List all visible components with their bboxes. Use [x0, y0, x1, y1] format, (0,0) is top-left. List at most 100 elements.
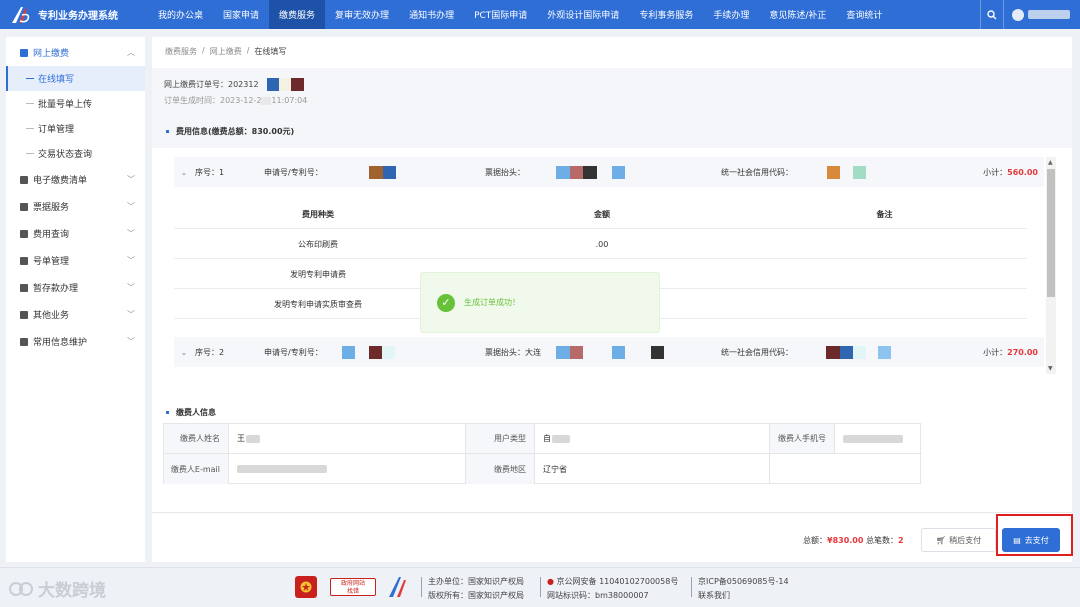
fee-table-header: 费用种类 金额 备注 [174, 200, 1027, 229]
footer-icp[interactable]: 京ICP备05069085号-14 [698, 576, 789, 587]
avatar [1012, 8, 1024, 21]
sidebar-group-label: 电子缴费清单 [33, 176, 88, 186]
nav-pct[interactable]: PCT国际申请 [464, 0, 537, 29]
folder-icon [20, 256, 28, 265]
footer-site-id: 网站标识码：bm38000007 [547, 591, 649, 600]
badge-line2: 找错 [346, 588, 359, 595]
subtotal: 小计：560.00 [983, 167, 1038, 178]
chevron-down-icon: ﹀ [127, 175, 135, 184]
subtotal-label: 小计： [983, 168, 1008, 177]
cart-icon: 🛒︎ [935, 535, 947, 545]
fee-group-header[interactable]: ⌄ 序号：1 申请号/专利号： 票据抬头： 统一社会信用代码： 小计：560.0… [174, 157, 1044, 187]
order-time-label: 订单生成时间： [164, 96, 220, 105]
fee-group-header[interactable]: ⌄ 序号：2 申请号/专利号： 票据抬头：大连 统一社会信用代码： 小计：270… [174, 337, 1044, 367]
sidebar-group-label: 其他业务 [33, 311, 70, 321]
cnipa-footer-logo-icon [386, 574, 412, 600]
app-number-label: 申请号/专利号： [264, 167, 323, 177]
user-type-label: 用户类型 [466, 424, 535, 454]
footer-host: 主办单位：国家知识产权局 [428, 577, 524, 586]
cnipa-logo-icon [10, 5, 32, 25]
gov-site-badge[interactable]: 政府网站 找错 [330, 578, 376, 596]
sidebar-group-e-fee-list[interactable]: 电子缴费清单 ﹀ [6, 166, 145, 193]
breadcrumb-item[interactable]: 网上缴费 [210, 46, 242, 57]
site-footer: 大数跨境 政府网站 找错 主办单位：国家知识产权局 版权所有：国家知识产权局 ●… [0, 567, 1080, 607]
sidebar-group-online-payment[interactable]: 网上缴费 ︿ [6, 39, 145, 66]
nav-notices[interactable]: 通知书办理 [399, 0, 464, 29]
order-time-tail: 11:07:04 [271, 96, 308, 105]
fee-type: 发明专利申请费 [290, 269, 346, 279]
fee-info-title-text: 费用信息(缴费总额：830.00元) [176, 127, 295, 136]
pay-later-button[interactable]: 🛒︎ 稍后支付 [921, 528, 996, 552]
breadcrumb-current: 在线填写 [254, 47, 287, 56]
scroll-up-icon[interactable]: ▲ [1048, 159, 1053, 166]
breadcrumb-item[interactable]: 缴费服务 [165, 46, 197, 57]
go-pay-label: 去支付 [1024, 535, 1049, 545]
nav-design-intl[interactable]: 外观设计国际申请 [537, 0, 629, 29]
column-note: 备注 [876, 209, 893, 219]
nav-national-application[interactable]: 国家申请 [213, 0, 269, 29]
nav-reexamination[interactable]: 复审无效办理 [325, 0, 399, 29]
nav-opinion[interactable]: 意见陈述/补正 [759, 0, 836, 29]
sidebar-item-order-management[interactable]: 订单管理 [6, 116, 145, 141]
sidebar-group-number-list[interactable]: 号单管理 ﹀ [6, 247, 145, 274]
fee-list[interactable]: ⌄ 序号：1 申请号/专利号： 票据抬头： 统一社会信用代码： 小计：560.0… [174, 155, 1058, 373]
total-label: 总额： [803, 536, 827, 545]
main-content: 缴费服务 / 网上缴费 / 在线填写 网上缴费订单号： 202312 订单生成时间：… [152, 37, 1073, 562]
payment-action-bar: 总额：¥830.00 总笔数：2 🛒︎ 稍后支付 ▤ 去支付 [152, 512, 1073, 562]
sidebar-group-info-maintenance[interactable]: 常用信息维护 ﹀ [6, 328, 145, 355]
sidebar-group-label: 费用查询 [33, 230, 70, 240]
scroll-down-icon[interactable]: ▼ [1048, 365, 1053, 372]
sidebar-group-label: 暂存款办理 [33, 284, 79, 294]
search-doc-icon [20, 229, 28, 238]
fee-info-title: 费用信息(缴费总额：830.00元) [166, 126, 294, 137]
system-logo[interactable]: 专利业务办理系统 [0, 0, 148, 29]
order-number-value: 202312 [228, 80, 259, 89]
sidebar-group-other[interactable]: 其他业务 ﹀ [6, 301, 145, 328]
scrollbar-thumb[interactable] [1047, 169, 1055, 297]
nav-my-desk[interactable]: 我的办公桌 [148, 0, 213, 29]
sidebar-item-transaction-status[interactable]: 交易状态查询 [6, 141, 145, 166]
watermark-text: 大数跨境 [38, 581, 106, 601]
toast-message: 生成订单成功！ [464, 298, 520, 307]
nav-fee-service[interactable]: 缴费服务 [269, 0, 326, 29]
count-value: 2 [897, 536, 904, 545]
footer-contact-link[interactable]: 联系我们 [698, 590, 730, 601]
chevron-down-icon[interactable]: ⌄ [174, 348, 194, 357]
order-total: 总额：¥830.00 总笔数：2 [803, 535, 904, 546]
sidebar-item-batch-upload[interactable]: 批量号单上传 [6, 91, 145, 116]
payer-info-table: 缴费人姓名 王 用户类型 自 缴费人手机号 缴费人E-mail 缴费地区 辽宁省 [163, 423, 922, 484]
chevron-down-icon: ﹀ [127, 283, 135, 292]
nav-procedures[interactable]: 手续办理 [703, 0, 759, 29]
user-type-text: 自 [543, 434, 551, 443]
chevron-down-icon: ﹀ [127, 337, 135, 346]
order-created-time: 订单生成时间：2023-12-2 11:07:04 [164, 95, 307, 106]
nav-query-stats[interactable]: 查询统计 [836, 0, 892, 29]
sidebar-group-fee-query[interactable]: 费用查询 ﹀ [6, 220, 145, 247]
chevron-down-icon: ﹀ [127, 229, 135, 238]
subtotal: 小计：270.00 [983, 347, 1038, 358]
app-number-label: 申请号/专利号： [264, 347, 323, 357]
fee-list-scrollbar[interactable]: ▲ ▼ [1046, 157, 1056, 374]
sidebar-item-online-fill[interactable]: 在线填写 [6, 66, 145, 91]
user-menu[interactable] [1004, 0, 1080, 29]
column-amount: 金额 [594, 209, 610, 219]
sidebar-group-label: 票据服务 [33, 203, 70, 213]
success-toast: ✓ 生成订单成功！ [420, 272, 660, 333]
payer-region-label: 缴费地区 [466, 454, 535, 484]
nav-patent-affairs[interactable]: 专利事务服务 [629, 0, 703, 29]
sidebar-group-deposit[interactable]: 暂存款办理 ﹀ [6, 274, 145, 301]
footer-police[interactable]: ● 京公网安备 11040102700058号 [547, 576, 678, 587]
sidebar-item-label: 订单管理 [38, 125, 75, 135]
subtotal-value: 560.00 [1007, 168, 1038, 177]
chevron-down-icon[interactable]: ⌄ [174, 168, 194, 177]
sidebar-group-receipt[interactable]: 票据服务 ﹀ [6, 193, 145, 220]
credit-code-label: 统一社会信用代码： [721, 347, 793, 357]
deposit-icon [20, 283, 28, 292]
go-pay-button[interactable]: ▤ 去支付 [1002, 528, 1060, 552]
search-icon[interactable] [980, 0, 1004, 29]
chevron-down-icon: ﹀ [127, 256, 135, 265]
receipt-icon [20, 202, 28, 211]
sidebar-item-label: 交易状态查询 [38, 150, 93, 160]
column-fee-type: 费用种类 [302, 209, 334, 219]
payer-phone-label: 缴费人手机号 [770, 424, 835, 454]
